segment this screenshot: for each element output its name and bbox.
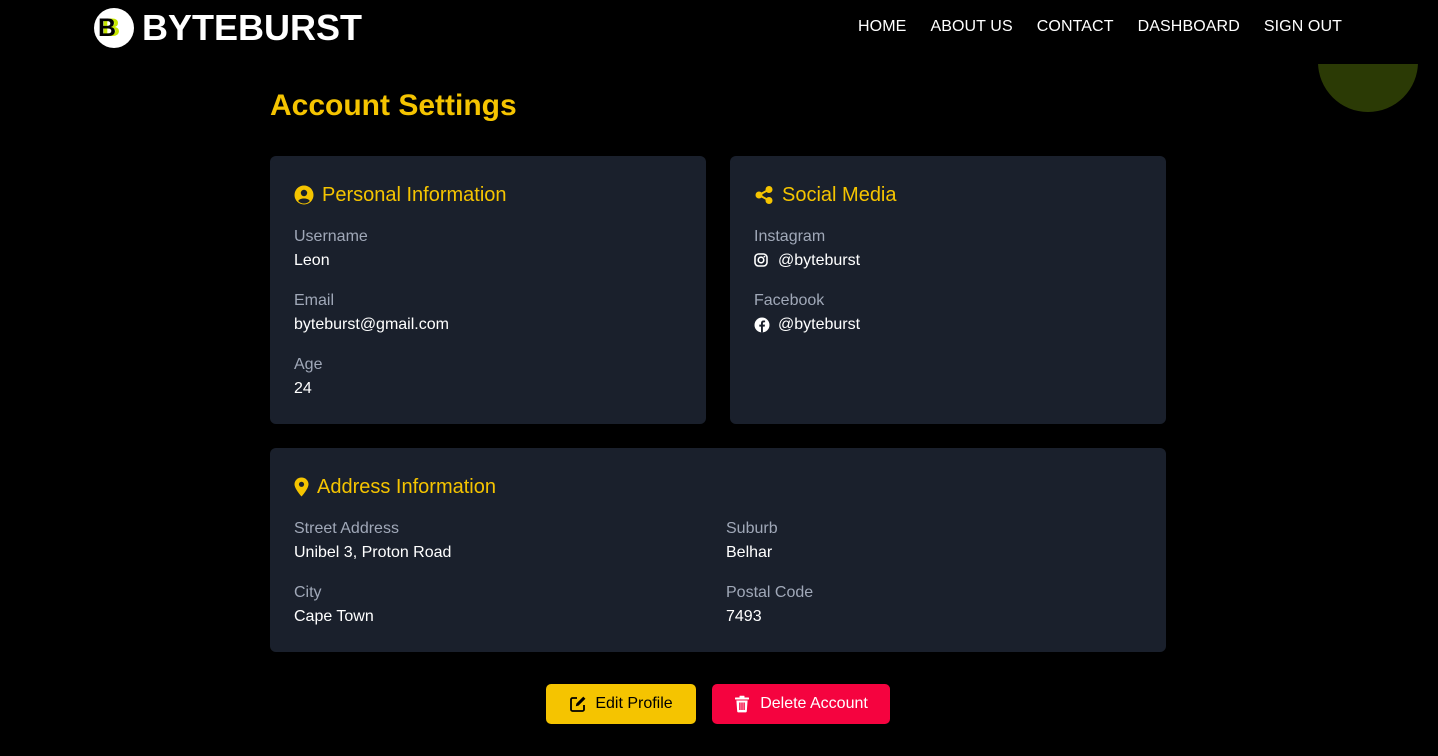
address-info-header: Address Information [294,476,496,498]
suburb-field: Suburb Belhar [726,520,778,562]
logo-icon: B B [94,8,134,48]
edit-icon [569,695,587,713]
email-label: Email [294,292,335,309]
delete-account-button[interactable]: Delete Account [712,684,890,724]
edit-profile-button[interactable]: Edit Profile [546,684,696,724]
username-value: Leon [294,252,330,269]
age-field: Age 24 [294,356,322,398]
personal-info-card: Personal Information Username Leon Email… [270,156,706,424]
instagram-label: Instagram [754,228,826,245]
postal-code-label: Postal Code [726,584,814,601]
brand[interactable]: B B BYTEBURST [94,8,362,48]
page-title: Account Settings [270,89,517,122]
trash-icon [734,695,752,713]
logo-letter: B [98,14,117,42]
suburb-value: Belhar [726,544,773,561]
postal-code-value: 7493 [726,608,762,625]
nav-home[interactable]: HOME [858,18,906,36]
share-icon [754,185,774,205]
nav-sign-out[interactable]: SIGN OUT [1264,18,1342,36]
age-value: 24 [294,380,312,397]
facebook-handle: @byteburst [778,316,861,333]
delete-account-label: Delete Account [760,695,868,712]
navbar: B B BYTEBURST HOME ABOUT US CONTACT DASH… [0,0,1438,56]
email-value: byteburst@gmail.com [294,316,449,333]
postal-code-field: Postal Code 7493 [726,584,813,626]
city-field: City Cape Town [294,584,374,626]
nav-dashboard[interactable]: DASHBOARD [1138,18,1240,36]
facebook-icon [754,317,770,333]
street-address-field: Street Address Unibel 3, Proton Road [294,520,451,562]
city-label: City [294,584,322,601]
map-pin-icon [294,477,309,497]
email-field: Email byteburst@gmail.com [294,292,449,334]
edit-profile-label: Edit Profile [595,695,673,712]
social-media-card: Social Media Instagram @byteburst Facebo… [730,156,1166,424]
instagram-field: Instagram @byteburst [754,228,860,270]
facebook-label: Facebook [754,292,825,309]
address-info-title: Address Information [317,476,496,498]
address-info-card: Address Information Street Address Unibe… [270,448,1166,652]
account-settings-page: B B BYTEBURST HOME ABOUT US CONTACT DASH… [0,0,1438,756]
street-address-label: Street Address [294,520,399,537]
facebook-value-row[interactable]: @byteburst [754,316,860,334]
facebook-field: Facebook @byteburst [754,292,860,334]
username-field: Username Leon [294,228,368,270]
user-circle-icon [294,185,314,205]
personal-info-title: Personal Information [322,184,507,206]
instagram-icon [754,253,770,269]
instagram-value-row[interactable]: @byteburst [754,252,860,270]
username-label: Username [294,228,368,245]
social-media-header: Social Media [754,184,897,206]
personal-info-header: Personal Information [294,184,507,206]
nav-about-us[interactable]: ABOUT US [930,18,1012,36]
brand-name: BYTEBURST [142,7,363,48]
nav-contact[interactable]: CONTACT [1037,18,1114,36]
suburb-label: Suburb [726,520,778,537]
city-value: Cape Town [294,608,374,625]
social-media-title: Social Media [782,184,897,206]
main-nav: HOME ABOUT US CONTACT DASHBOARD SIGN OUT [858,18,1342,36]
age-label: Age [294,356,323,373]
street-address-value: Unibel 3, Proton Road [294,544,452,561]
instagram-handle: @byteburst [778,252,861,269]
